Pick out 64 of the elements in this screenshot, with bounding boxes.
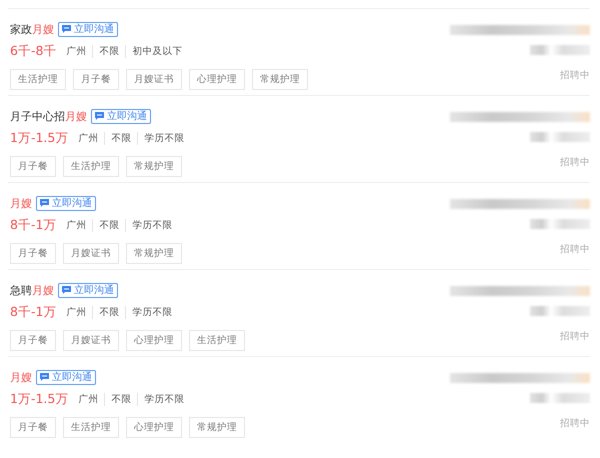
- redacted-block: [530, 132, 590, 142]
- chat-button[interactable]: 立即沟通: [36, 370, 96, 384]
- job-meta: 初中及以下: [125, 45, 188, 58]
- job-meta: 不限: [104, 132, 138, 145]
- skill-tag: 月嫂证书: [63, 243, 119, 264]
- skill-tag: 常规护理: [252, 69, 308, 90]
- job-meta: 广州: [65, 219, 88, 232]
- skill-tag: 月子餐: [10, 156, 56, 177]
- salary: 1万-1.5万: [10, 130, 68, 147]
- job-meta: 学历不限: [137, 393, 190, 406]
- skill-tag: 心理护理: [126, 330, 182, 351]
- skill-tag: 常规护理: [126, 243, 182, 264]
- chat-icon: [40, 373, 49, 381]
- job-meta: 不限: [92, 306, 126, 319]
- job-status: 招聘中: [560, 417, 590, 430]
- job-meta: 学历不限: [137, 132, 190, 145]
- job-status: 招聘中: [560, 69, 590, 82]
- skill-tag: 月子餐: [10, 243, 56, 264]
- chat-button[interactable]: 立即沟通: [91, 108, 151, 124]
- job-meta: 广州: [77, 393, 100, 406]
- skill-tag: 常规护理: [126, 156, 182, 177]
- salary: 8千-1万: [10, 217, 56, 234]
- skill-tag: 生活护理: [189, 330, 245, 351]
- job-meta: 广州: [65, 45, 88, 58]
- chat-button[interactable]: 立即沟通: [58, 22, 118, 36]
- job-meta: 广州: [65, 306, 88, 319]
- chat-icon: [40, 199, 49, 207]
- job-meta: 不限: [104, 393, 138, 406]
- chat-button[interactable]: 立即沟通: [58, 282, 118, 298]
- skill-tag: 心理护理: [126, 417, 182, 438]
- skill-tag: 常规护理: [189, 417, 245, 438]
- skill-tag: 生活护理: [10, 69, 66, 90]
- redacted-block: [530, 219, 590, 229]
- redacted-block: [530, 45, 590, 55]
- job-meta: 学历不限: [125, 306, 178, 319]
- chat-icon: [95, 112, 104, 120]
- chat-button[interactable]: 立即沟通: [36, 196, 96, 210]
- skill-tag: 月嫂证书: [63, 330, 119, 351]
- salary: 6千-8千: [10, 43, 56, 60]
- redacted-block: [530, 306, 590, 316]
- skill-tag: 月子餐: [10, 330, 56, 351]
- job-title: 家政月嫂: [10, 22, 54, 36]
- job-status: 招聘中: [560, 330, 590, 343]
- job-meta: 不限: [92, 219, 126, 232]
- skill-tag: 心理护理: [189, 69, 245, 90]
- job-title: 月子中心招月嫂: [10, 108, 87, 124]
- redacted-block: [530, 393, 590, 403]
- skill-tag: 生活护理: [63, 417, 119, 438]
- job-meta: 学历不限: [125, 219, 178, 232]
- skill-tag: 月子餐: [10, 417, 56, 438]
- skill-tag: 月子餐: [73, 69, 119, 90]
- job-title: 月嫂: [10, 196, 32, 210]
- chat-icon: [62, 286, 71, 294]
- salary: 1万-1.5万: [10, 391, 68, 408]
- job-status: 招聘中: [560, 156, 590, 169]
- job-title: 急聘月嫂: [10, 282, 54, 298]
- chat-icon: [62, 25, 71, 33]
- skill-tag: 月嫂证书: [126, 69, 182, 90]
- job-meta: 广州: [77, 132, 100, 145]
- job-status: 招聘中: [560, 243, 590, 256]
- job-meta: 不限: [92, 45, 126, 58]
- skill-tag: 生活护理: [63, 156, 119, 177]
- job-title: 月嫂: [10, 370, 32, 384]
- salary: 8千-1万: [10, 304, 56, 321]
